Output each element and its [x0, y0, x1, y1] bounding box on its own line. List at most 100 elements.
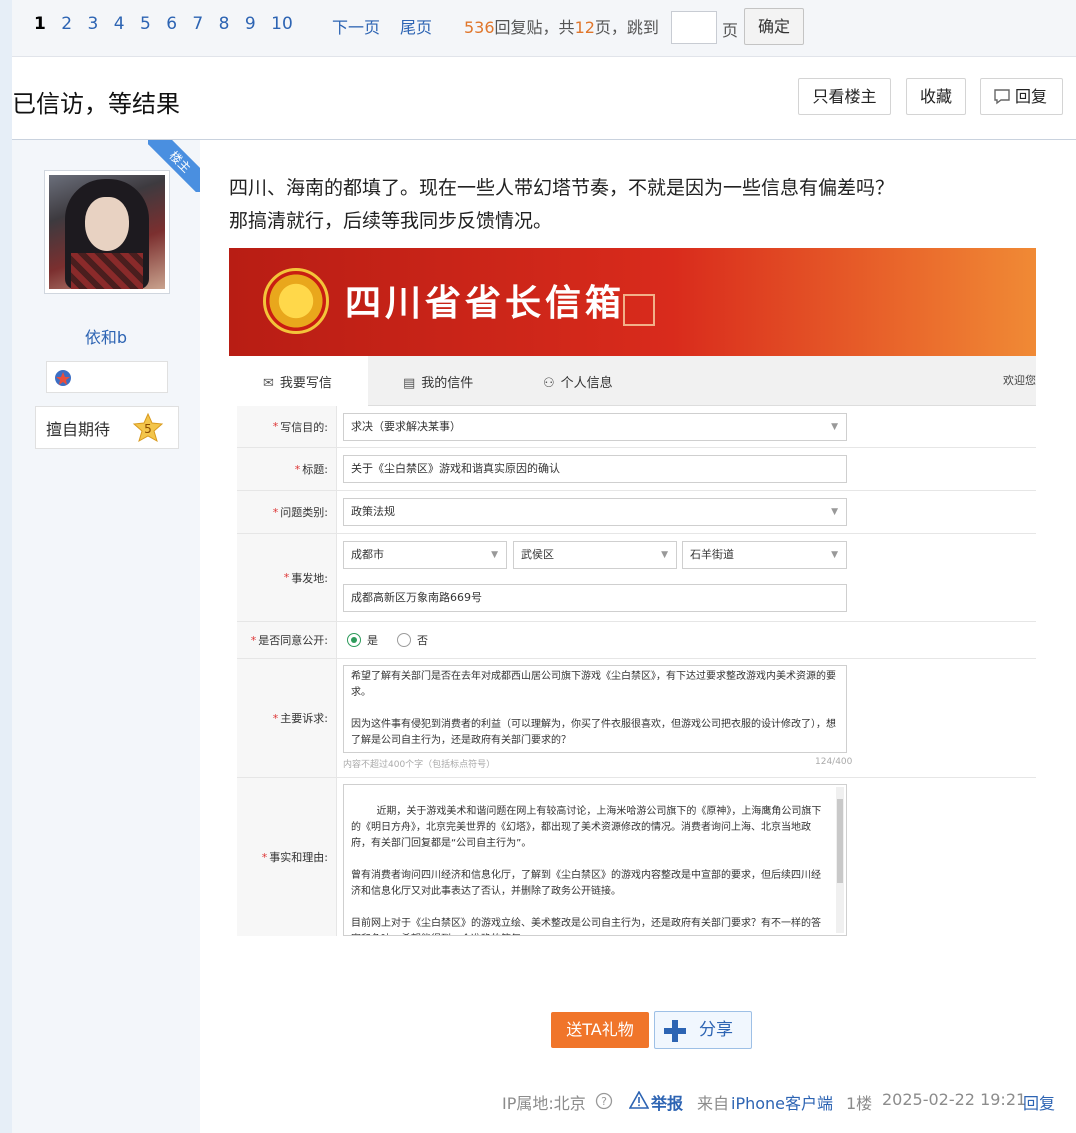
thread-header: 已信访，等结果 只看楼主 收藏 回复 [12, 58, 1076, 140]
help-icon[interactable]: ? [595, 1092, 613, 1110]
share-button[interactable]: 分享 [654, 1011, 752, 1049]
reply-button-label: 回复 [1015, 87, 1048, 106]
op-ribbon-label: 楼主 [148, 140, 200, 192]
op-ribbon: 楼主 [148, 140, 200, 192]
form-row-place: * 事发地: 成都市 ▼ 武侯区 ▼ 石羊街道 ▼ 成都高新区万象南路669号 [237, 534, 1036, 622]
public-yes-radio[interactable]: 是 [347, 632, 378, 648]
page-link[interactable]: 4 [114, 14, 125, 34]
author-sidebar: 依和b 擅自期待 5 [12, 140, 200, 1133]
facts-textarea[interactable]: 近期，关于游戏美术和谐问题在网上有较高讨论，上海米哈游公司旗下的《原神》，上海鹰… [343, 784, 847, 936]
field-label: * 问题类别: [237, 491, 337, 533]
reply-link[interactable]: 回复 [1023, 1090, 1055, 1114]
form-row-category: * 问题类别: 政策法规 ▼ [237, 491, 1036, 534]
form-row-title: * 标题: 关于《尘白禁区》游戏和谐真实原因的确认 [237, 448, 1036, 491]
page-total: 12 [574, 18, 595, 37]
page-numbers: 1 2 3 4 5 6 7 8 9 10 [34, 14, 303, 34]
post-image[interactable]: 四川省省长信箱 ✉ 我要写信 ▤ 我的信件 ⚇ 个人信息 欢迎您 * 写信目的: 求决（… [229, 248, 1036, 936]
chevron-down-icon: ▼ [661, 550, 668, 560]
tab-label: 我的信件 [421, 376, 474, 391]
tab-my-letters[interactable]: ▤ 我的信件 [403, 372, 473, 391]
jump-page-input[interactable] [671, 11, 717, 44]
letter-form: * 写信目的: 求决（要求解决某事） ▼ * 标题: 关于《尘白禁区》游戏和谐真实原因… [237, 406, 1036, 936]
level-number: 5 [144, 422, 152, 436]
page-link[interactable]: 3 [87, 14, 98, 34]
person-icon: ⚇ [543, 376, 555, 391]
page-link[interactable]: 2 [61, 14, 72, 34]
envelope-icon: ✉ [263, 376, 274, 391]
tab-write-letter[interactable]: ✉ 我要写信 [229, 356, 368, 406]
page-link[interactable]: 5 [140, 14, 151, 34]
badge-icon [55, 370, 71, 386]
national-emblem-icon [263, 268, 329, 334]
comment-icon [994, 89, 1010, 105]
post-line: 那搞清就行，后续等我同步反馈情况。 [229, 210, 553, 232]
city-select[interactable]: 成都市 ▼ [343, 541, 507, 569]
tab-label: 我要写信 [279, 376, 332, 391]
demand-textarea[interactable]: 希望了解有关部门是否在去年对成都西山居公司旗下游戏《尘白禁区》，有下达过要求整改… [343, 665, 847, 753]
page-link[interactable]: 10 [271, 14, 293, 34]
field-label: * 事实和理由: [237, 778, 337, 936]
thread-title: 已信访，等结果 [12, 90, 180, 118]
next-page-link[interactable]: 下一页 [332, 14, 380, 38]
banner-title: 四川省省长信箱 [345, 283, 626, 324]
warning-icon [629, 1091, 649, 1109]
page-link-current[interactable]: 1 [34, 14, 46, 34]
demand-counter: 124/400 [815, 757, 853, 767]
page-link[interactable]: 7 [192, 14, 203, 34]
report-link[interactable]: 举报 [651, 1090, 683, 1114]
seal-icon [623, 294, 655, 326]
chevron-down-icon: ▼ [831, 550, 838, 560]
floor-number: 1楼 [846, 1094, 873, 1113]
category-select[interactable]: 政策法规 ▼ [343, 498, 847, 526]
post-line: 四川、海南的都填了。现在一些人带幻塔节奏，不就是因为一些信息有偏差吗？ [229, 177, 895, 199]
form-row-facts: * 事实和理由: 近期，关于游戏美术和谐问题在网上有较高讨论，上海米哈游公司旗下的… [237, 778, 1036, 936]
ip-location: IP属地:北京 [502, 1094, 586, 1113]
field-label: * 标题: [237, 448, 337, 490]
client-link[interactable]: iPhone客户端 [731, 1090, 833, 1114]
avatar-image [49, 175, 165, 289]
reply-button[interactable]: 回复 [980, 78, 1063, 115]
post-time: 2025-02-22 19:21 [882, 1090, 1027, 1109]
reply-summary: 536回复贴，共12页，跳到 [464, 14, 659, 38]
share-label: 分享 [699, 1020, 733, 1040]
form-row-purpose: * 写信目的: 求决（要求解决某事） ▼ [237, 406, 1036, 448]
send-gift-button[interactable]: 送TA礼物 [551, 1012, 649, 1048]
svg-text:?: ? [601, 1095, 607, 1108]
level-badge[interactable]: 擅自期待 5 [35, 406, 179, 449]
field-label: * 是否同意公开: [237, 622, 337, 658]
facts-text: 近期，关于游戏美术和谐问题在网上有较高讨论，上海米哈游公司旗下的《原神》，上海鹰… [351, 806, 822, 935]
source-label: 来自 [697, 1094, 730, 1113]
favorite-button[interactable]: 收藏 [906, 78, 966, 115]
user-badge[interactable] [46, 361, 168, 393]
field-label: * 事发地: [237, 534, 337, 621]
welcome-text: 欢迎您 [1003, 374, 1036, 387]
document-icon: ▤ [403, 376, 416, 391]
only-op-button[interactable]: 只看楼主 [798, 78, 891, 115]
governor-mailbox-banner: 四川省省长信箱 [229, 248, 1036, 356]
address-input[interactable]: 成都高新区万象南路669号 [343, 584, 847, 612]
public-no-radio[interactable]: 否 [397, 632, 428, 648]
page-link[interactable]: 6 [166, 14, 177, 34]
demand-hint: 内容不超过400个字（包括标点符号） [343, 760, 496, 770]
district-select[interactable]: 武侯区 ▼ [513, 541, 677, 569]
purpose-select[interactable]: 求决（要求解决某事） ▼ [343, 413, 847, 441]
textarea-scrollbar[interactable] [836, 787, 844, 933]
street-select[interactable]: 石羊街道 ▼ [682, 541, 847, 569]
pager: 1 2 3 4 5 6 7 8 9 10 下一页 尾页 536回复贴，共12页，… [12, 0, 1076, 57]
page-link[interactable]: 8 [219, 14, 230, 34]
title-input[interactable]: 关于《尘白禁区》游戏和谐真实原因的确认 [343, 455, 847, 483]
tab-personal-info[interactable]: ⚇ 个人信息 [543, 372, 613, 391]
author-name[interactable]: 依和b [12, 324, 200, 348]
page-link[interactable]: 9 [245, 14, 256, 34]
share-plus-icon [664, 1020, 686, 1042]
jump-confirm-button[interactable]: 确定 [744, 8, 804, 45]
field-label: * 主要诉求: [237, 659, 337, 777]
chevron-down-icon: ▼ [491, 550, 498, 560]
field-label: * 写信目的: [237, 406, 337, 447]
level-star-icon: 5 [132, 412, 164, 443]
level-title: 擅自期待 [46, 420, 111, 439]
reply-count: 536 [464, 18, 495, 37]
mailbox-tabs: ✉ 我要写信 ▤ 我的信件 ⚇ 个人信息 欢迎您 [229, 356, 1036, 406]
last-page-link[interactable]: 尾页 [400, 14, 432, 38]
page-suffix: 页，跳到 [594, 18, 659, 37]
